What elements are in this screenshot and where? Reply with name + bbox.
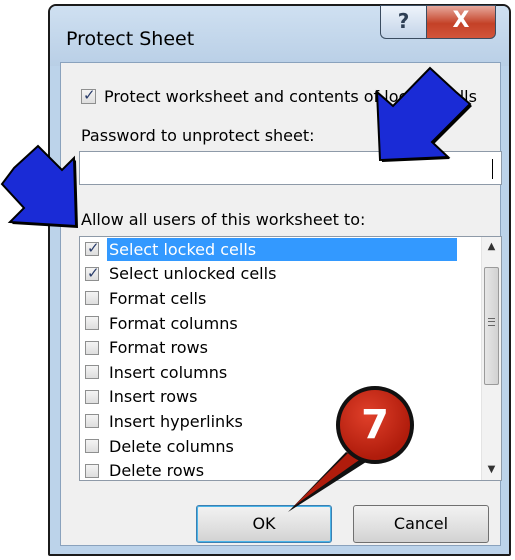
arrow-to-allow-list-icon <box>0 144 78 228</box>
step-number-badge: 7 <box>336 386 414 464</box>
badge-pointer-icon <box>288 452 366 512</box>
arrow-to-password-icon <box>375 66 472 162</box>
annotation-overlay <box>0 66 472 512</box>
